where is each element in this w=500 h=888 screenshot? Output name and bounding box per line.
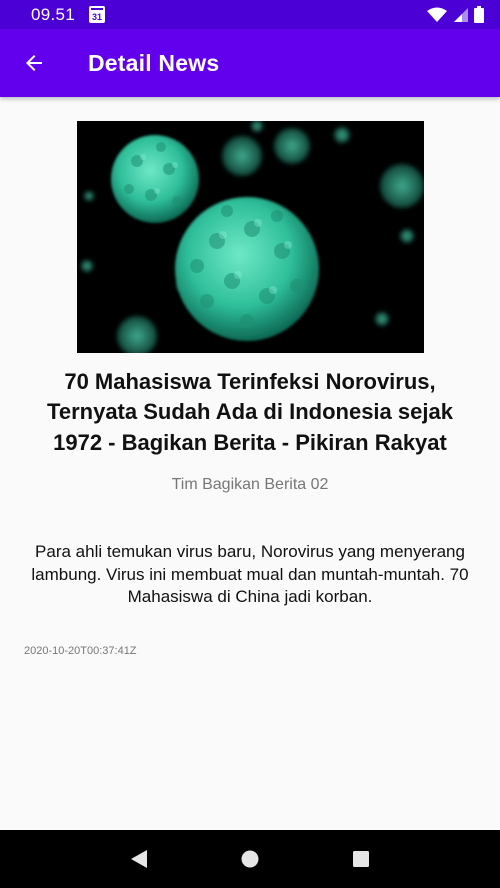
- calendar-icon: 31: [89, 6, 106, 23]
- signal-icon: [454, 7, 468, 22]
- news-image: [77, 121, 424, 353]
- circle-home-icon: [241, 850, 259, 868]
- calendar-day: 31: [92, 12, 103, 22]
- norovirus-illustration: [77, 121, 424, 353]
- status-bar: 09.51 31: [0, 0, 500, 29]
- news-published-at: 2020-10-20T00:37:41Z: [24, 645, 137, 657]
- news-description: Para ahli temukan virus baru, Norovirus …: [31, 542, 469, 607]
- wifi-icon: [427, 7, 447, 22]
- news-title: 70 Mahasiswa Terinfeksi Norovirus, Terny…: [47, 369, 453, 455]
- status-icons: [427, 6, 484, 23]
- arrow-left-icon: [26, 55, 42, 71]
- status-time: 09.51: [31, 4, 76, 24]
- nav-home-button[interactable]: [226, 835, 274, 883]
- nav-recents-button[interactable]: [337, 835, 385, 883]
- battery-icon: [474, 6, 484, 23]
- news-author: Tim Bagikan Berita 02: [171, 476, 329, 493]
- square-recents-icon: [352, 851, 369, 867]
- system-nav-bar: [0, 830, 500, 888]
- back-button[interactable]: [6, 35, 62, 91]
- page-title: Detail News: [88, 49, 220, 76]
- nav-back-button[interactable]: [115, 835, 163, 883]
- app-bar: Detail News: [0, 29, 500, 97]
- triangle-back-icon: [131, 850, 148, 868]
